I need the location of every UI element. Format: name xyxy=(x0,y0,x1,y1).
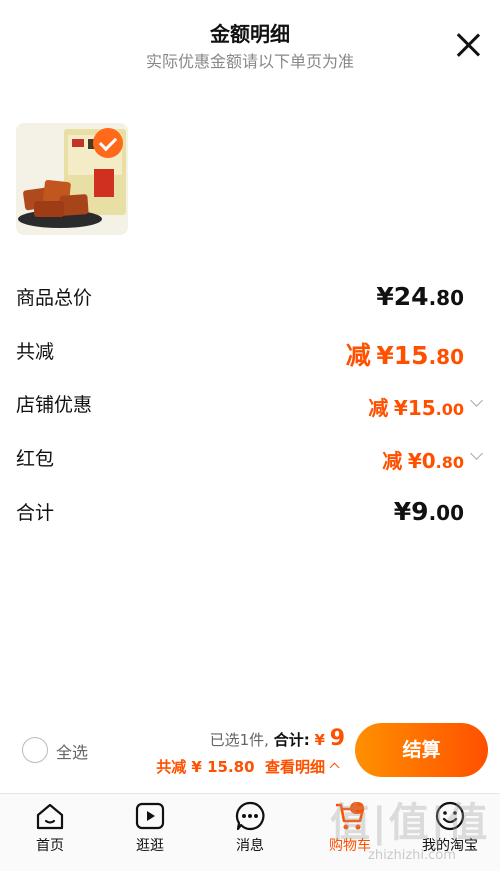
row-label-shop-discount: 店铺优惠 xyxy=(16,394,93,416)
watermark-logo: 值|值|值 xyxy=(330,800,490,846)
watermark-url: zhizhizhi.com xyxy=(368,848,456,863)
checkout-button[interactable]: 结算 xyxy=(355,723,488,777)
home-icon xyxy=(36,803,64,830)
select-all-radio[interactable] xyxy=(22,737,48,763)
selection-summary: 已选1件, 合计: ¥ 9 xyxy=(209,726,345,751)
chevron-up-icon[interactable] xyxy=(329,762,340,773)
red-packet-chevron-down-icon[interactable] xyxy=(470,447,483,460)
row-amount-subtotal: ¥9.00 xyxy=(393,497,464,526)
discount-summary[interactable]: 共减 ¥ 15.80 查看明细 xyxy=(156,756,340,777)
message-icon xyxy=(235,801,265,831)
row-label-total-discount: 共减 xyxy=(16,341,55,363)
page-title: 金额明细 xyxy=(210,22,290,46)
row-amount-total-discount: 减 ¥15.80 xyxy=(345,341,464,370)
close-icon[interactable] xyxy=(455,32,481,58)
tab-discover[interactable]: 逛逛 xyxy=(100,794,200,871)
tab-home[interactable]: 首页 xyxy=(0,794,100,871)
play-icon xyxy=(135,802,165,830)
page-subtitle: 实际优惠金额请以下单页为准 xyxy=(145,52,354,71)
row-amount-red-packet[interactable]: 减 ¥0.80 xyxy=(382,445,464,474)
header: 金额明细 实际优惠金额请以下单页为准 xyxy=(0,0,500,90)
selected-check-icon[interactable] xyxy=(93,128,123,158)
row-label-goods-total: 商品总价 xyxy=(16,287,93,309)
row-amount-goods-total: ¥24.80 xyxy=(376,282,464,311)
select-all-label[interactable]: 全选 xyxy=(56,739,88,763)
shop-discount-chevron-down-icon[interactable] xyxy=(470,394,483,407)
row-label-subtotal: 合计 xyxy=(16,502,55,524)
tab-messages[interactable]: 消息 xyxy=(200,794,300,871)
row-amount-shop-discount[interactable]: 减 ¥15.00 xyxy=(368,392,464,421)
row-label-red-packet: 红包 xyxy=(16,448,55,470)
view-detail-link[interactable]: 查看明细 xyxy=(265,758,325,776)
